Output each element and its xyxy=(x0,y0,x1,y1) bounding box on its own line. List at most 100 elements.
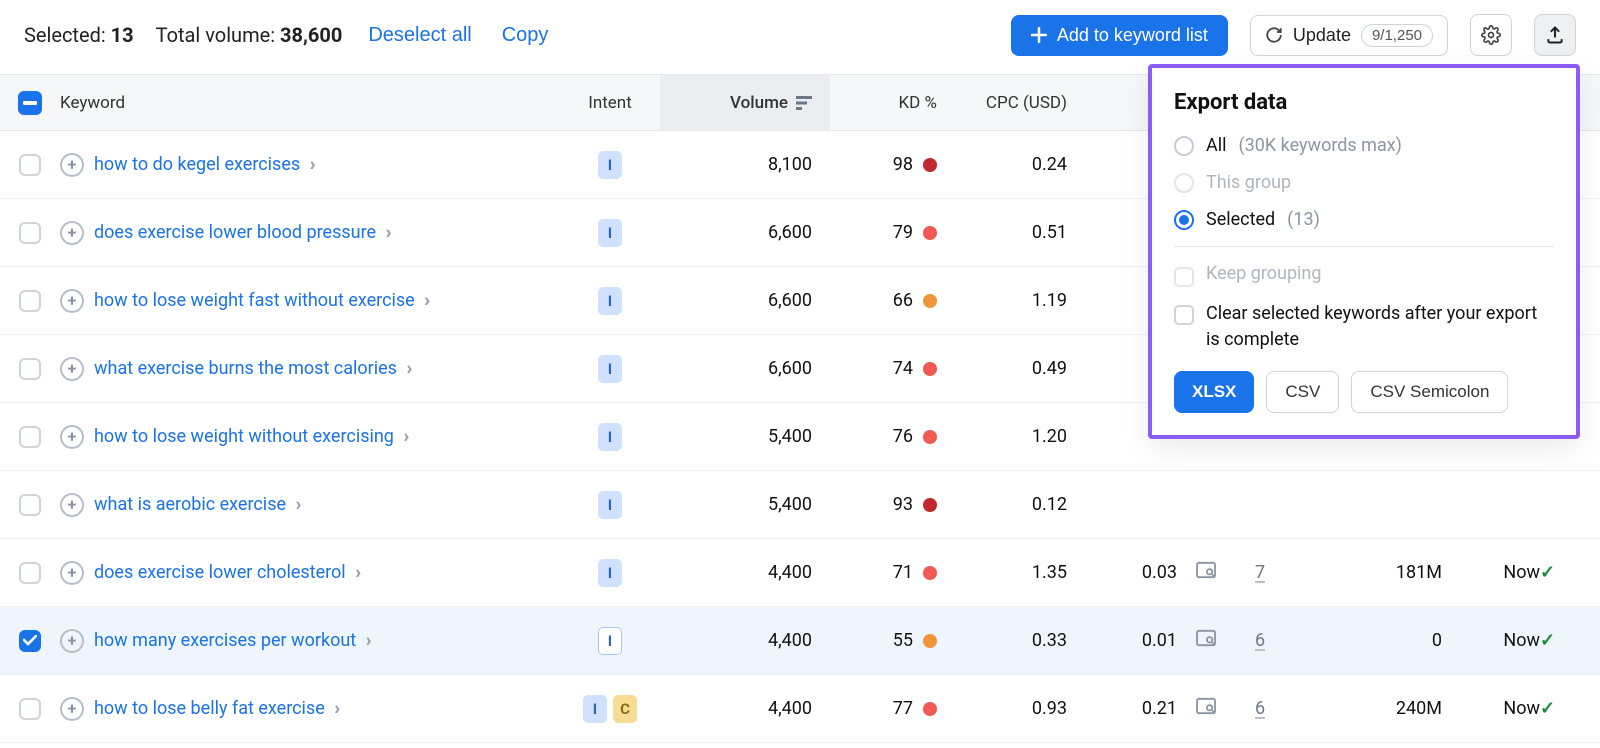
add-to-keyword-list-button[interactable]: Add to keyword list xyxy=(1011,15,1228,56)
updated-check-icon: ✓ xyxy=(1540,698,1580,719)
keyword-link[interactable]: does exercise lower blood pressure xyxy=(94,222,376,243)
expand-row-icon[interactable]: + xyxy=(60,357,84,381)
export-button[interactable] xyxy=(1534,14,1576,56)
expand-row-icon[interactable]: + xyxy=(60,153,84,177)
row-checkbox[interactable] xyxy=(19,426,41,448)
updated-check-icon: ✓ xyxy=(1540,630,1580,651)
com-cell: 0.03 xyxy=(1142,562,1195,583)
results-cell: 240M xyxy=(1396,698,1450,719)
row-checkbox[interactable] xyxy=(19,562,41,584)
com-cell: 0.21 xyxy=(1142,698,1195,719)
export-option-all[interactable]: All (30K keywords max) xyxy=(1174,135,1554,156)
row-checkbox[interactable] xyxy=(19,494,41,516)
col-intent[interactable]: Intent xyxy=(588,93,632,113)
volume-cell: 5,400 xyxy=(768,426,830,447)
update-quota-pill: 9/1,250 xyxy=(1361,24,1433,47)
keyword-link[interactable]: what is aerobic exercise xyxy=(94,494,286,515)
kd-value: 66 xyxy=(893,290,913,311)
kd-dot-icon xyxy=(923,634,937,648)
kd-value: 74 xyxy=(893,358,913,379)
table-row: +what is aerobic exercise››I5,400930.12 xyxy=(0,471,1600,539)
row-checkbox[interactable] xyxy=(19,698,41,720)
expand-row-icon[interactable]: + xyxy=(60,221,84,245)
update-button[interactable]: Update 9/1,250 xyxy=(1250,15,1448,56)
keyword-link[interactable]: does exercise lower cholesterol xyxy=(94,562,346,583)
expand-row-icon[interactable]: + xyxy=(60,561,84,585)
export-popover: Export data All (30K keywords max) This … xyxy=(1148,64,1580,439)
copy-button[interactable]: Copy xyxy=(498,24,553,47)
expand-row-icon[interactable]: + xyxy=(60,289,84,313)
kd-value: 93 xyxy=(893,494,913,515)
kd-dot-icon xyxy=(923,226,937,240)
kd-value: 76 xyxy=(893,426,913,447)
deselect-all-button[interactable]: Deselect all xyxy=(364,24,475,47)
clear-after-export-checkbox[interactable]: Clear selected keywords after your expor… xyxy=(1174,301,1554,353)
master-checkbox[interactable] xyxy=(18,91,42,115)
keyword-link[interactable]: how to lose weight without exercising xyxy=(94,426,394,447)
export-selected-count: (13) xyxy=(1287,209,1320,230)
volume-cell: 6,600 xyxy=(768,358,830,379)
serp-preview-icon[interactable] xyxy=(1195,697,1255,720)
intent-badge: I xyxy=(598,559,622,587)
intent-badge: I xyxy=(598,151,622,179)
volume-cell: 8,100 xyxy=(768,154,830,175)
cpc-cell: 0.49 xyxy=(1032,358,1085,379)
export-title: Export data xyxy=(1174,90,1554,115)
export-option-selected[interactable]: Selected (13) xyxy=(1174,209,1554,230)
results-cell: 181M xyxy=(1396,562,1450,583)
export-csv-button[interactable]: CSV xyxy=(1266,371,1339,413)
col-volume[interactable]: Volume xyxy=(660,75,830,130)
serp-features-link[interactable]: 7 xyxy=(1255,562,1265,583)
intent-badge: I xyxy=(583,695,607,723)
intent-badge: I xyxy=(598,627,622,655)
keyword-link[interactable]: what exercise burns the most calories xyxy=(94,358,397,379)
kd-value: 98 xyxy=(893,154,913,175)
row-checkbox[interactable] xyxy=(19,358,41,380)
serp-features-link[interactable]: 6 xyxy=(1255,630,1265,651)
keyword-link[interactable]: how to lose belly fat exercise xyxy=(94,698,325,719)
radio-icon xyxy=(1174,173,1194,193)
expand-row-icon[interactable]: + xyxy=(60,629,84,653)
expand-row-icon[interactable]: + xyxy=(60,697,84,721)
kd-dot-icon xyxy=(923,498,937,512)
updated-check-icon: ✓ xyxy=(1540,562,1580,583)
updated-label: Now xyxy=(1503,630,1540,651)
row-checkbox[interactable] xyxy=(19,222,41,244)
row-checkbox[interactable] xyxy=(19,154,41,176)
table-row: +how many exercises per workout››I4,4005… xyxy=(0,607,1600,675)
export-xlsx-button[interactable]: XLSX xyxy=(1174,371,1254,413)
row-checkbox[interactable] xyxy=(19,630,41,652)
cpc-cell: 0.33 xyxy=(1032,630,1085,651)
serp-features-link[interactable]: 6 xyxy=(1255,698,1265,719)
kd-dot-icon xyxy=(923,294,937,308)
checkbox-icon xyxy=(1174,305,1194,325)
serp-preview-icon[interactable] xyxy=(1195,561,1255,584)
cpc-cell: 0.51 xyxy=(1032,222,1085,243)
settings-button[interactable] xyxy=(1470,14,1512,56)
intent-badge: I xyxy=(598,491,622,519)
volume-cell: 5,400 xyxy=(768,494,830,515)
col-cpc[interactable]: CPC (USD) xyxy=(986,93,1085,113)
sort-desc-icon xyxy=(796,96,812,110)
total-volume-label: Total volume: 38,600 xyxy=(156,23,343,47)
expand-row-icon[interactable]: + xyxy=(60,493,84,517)
export-csv-semicolon-button[interactable]: CSV Semicolon xyxy=(1351,371,1508,413)
total-volume-value: 38,600 xyxy=(280,23,342,47)
kd-value: 77 xyxy=(893,698,913,719)
expand-row-icon[interactable]: + xyxy=(60,425,84,449)
keyword-link[interactable]: how to do kegel exercises xyxy=(94,154,300,175)
volume-cell: 4,400 xyxy=(768,630,830,651)
kd-value: 71 xyxy=(893,562,913,583)
row-checkbox[interactable] xyxy=(19,290,41,312)
cpc-cell: 1.20 xyxy=(1032,426,1085,447)
col-keyword[interactable]: Keyword xyxy=(60,93,560,113)
serp-preview-icon[interactable] xyxy=(1195,629,1255,652)
volume-cell: 4,400 xyxy=(768,698,830,719)
kd-value: 79 xyxy=(893,222,913,243)
cpc-cell: 0.24 xyxy=(1032,154,1085,175)
table-row: +how to lose belly fat exercise››IC4,400… xyxy=(0,675,1600,743)
keyword-link[interactable]: how to lose weight fast without exercise xyxy=(94,290,415,311)
col-kd[interactable]: KD % xyxy=(899,93,956,113)
keyword-link[interactable]: how many exercises per workout xyxy=(94,630,356,651)
volume-cell: 6,600 xyxy=(768,222,830,243)
